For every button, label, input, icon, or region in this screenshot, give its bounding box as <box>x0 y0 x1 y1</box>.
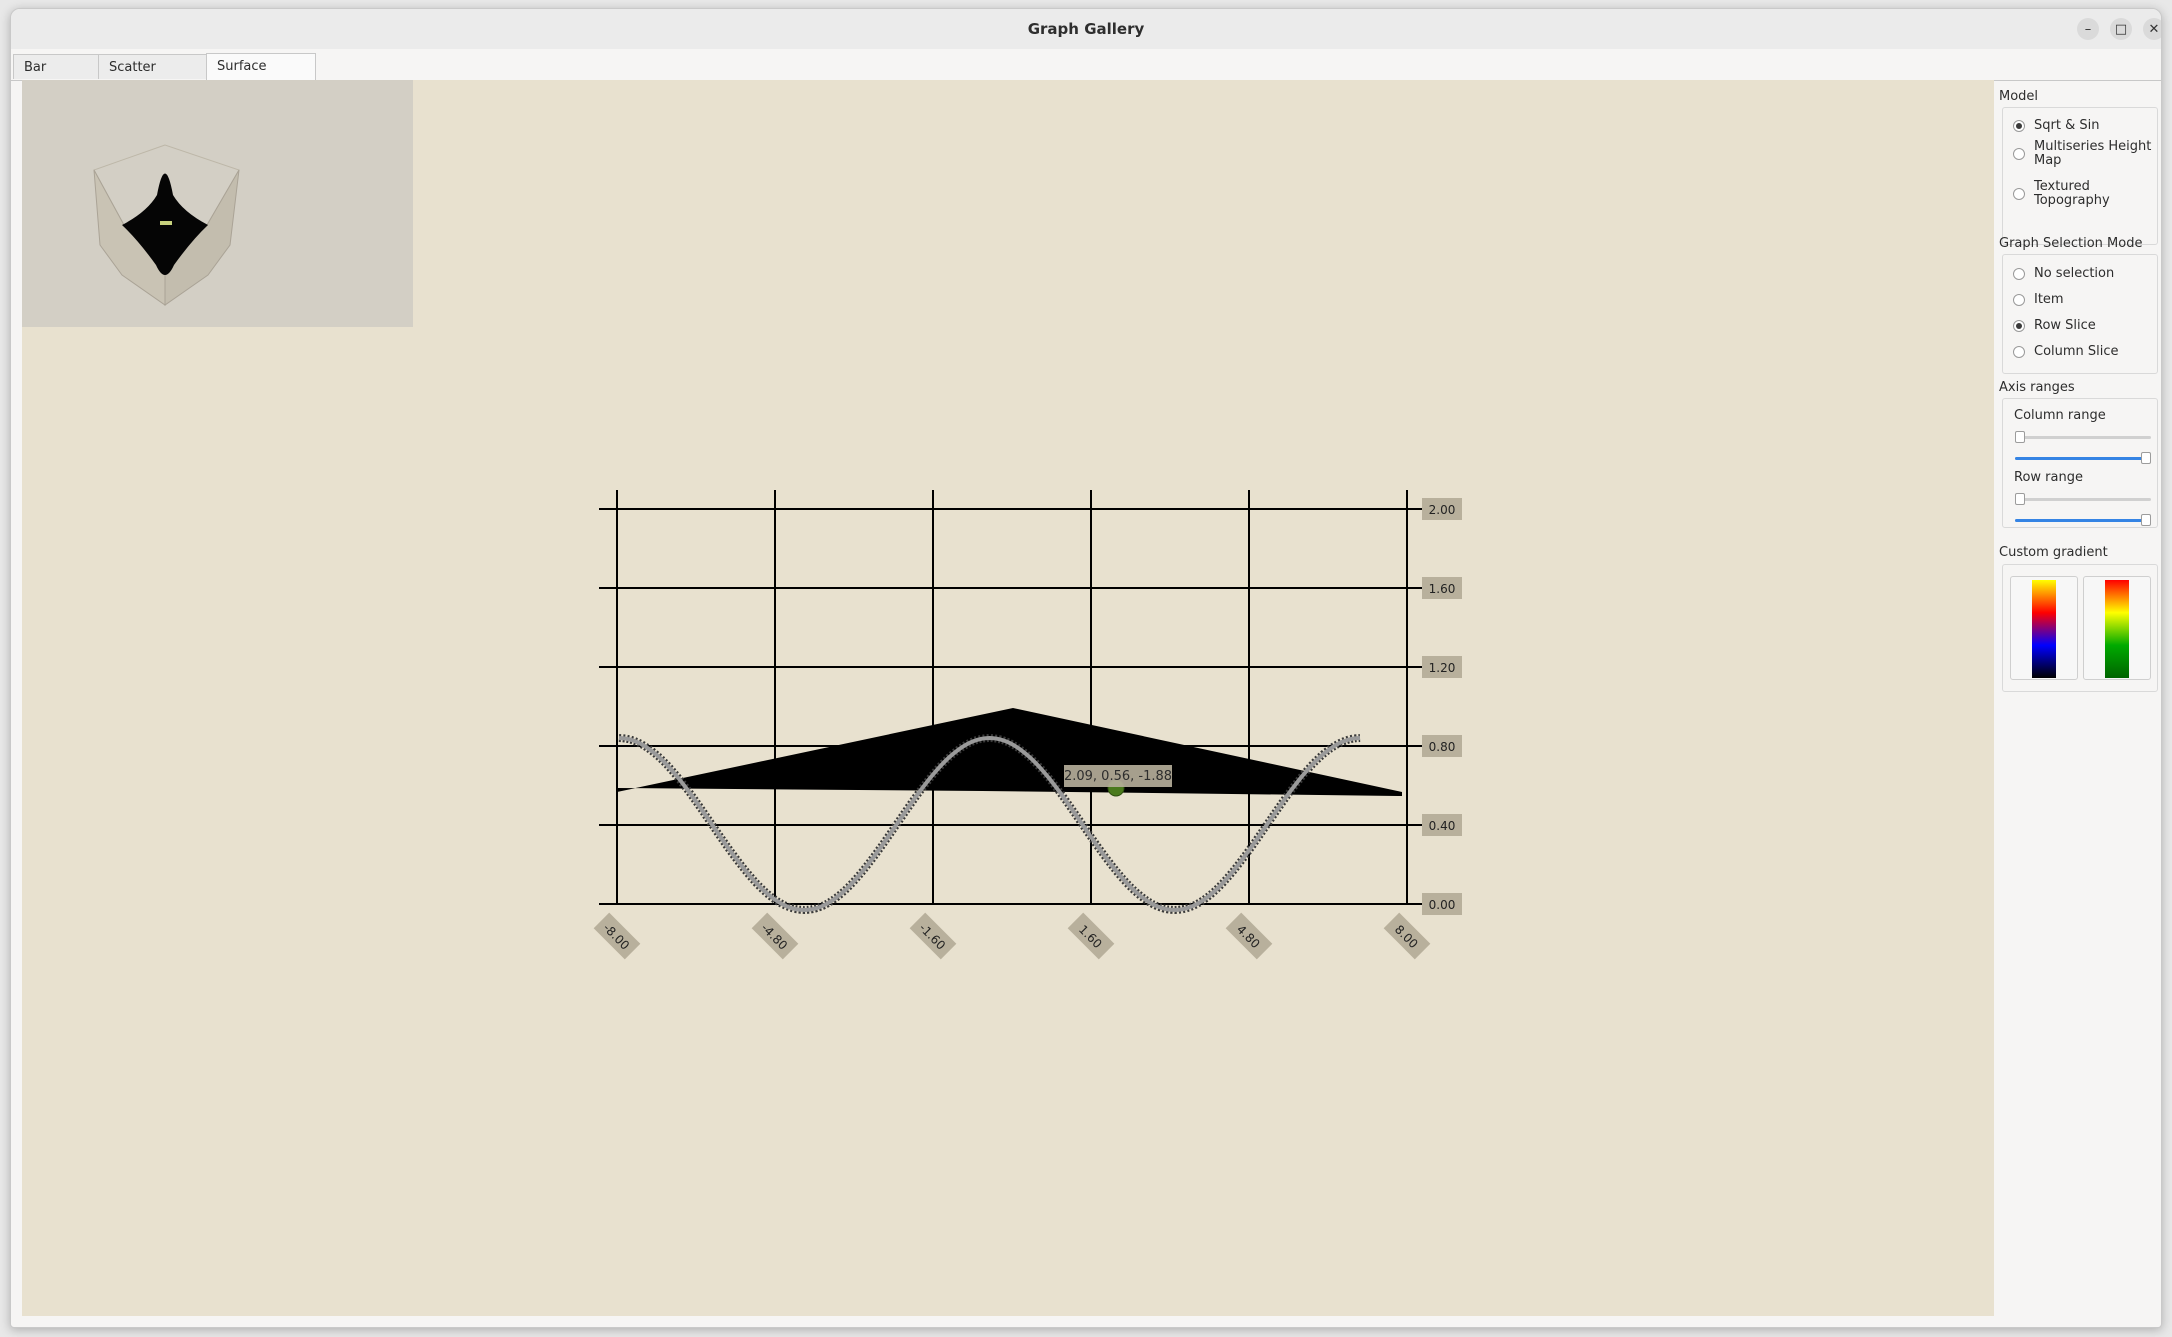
x-axis-labels: -8.00 -4.80 -1.60 1.60 4.80 8.00 <box>593 912 1431 960</box>
column-range-min-slider[interactable] <box>2015 431 2151 443</box>
settings-panel: Model Sqrt & Sin Multiseries Height Map … <box>1999 80 2161 1316</box>
close-icon[interactable]: ✕ <box>2143 18 2161 40</box>
title-bar[interactable]: Graph Gallery – □ ✕ <box>11 9 2161 50</box>
surface-slice-fill <box>617 708 1402 796</box>
y-tick-label: 1.60 <box>1429 582 1456 596</box>
selection-mode-group-title: Graph Selection Mode <box>1999 236 2143 251</box>
minimize-icon[interactable]: – <box>2077 18 2099 40</box>
axis-ranges-group: Column range Row range <box>2002 398 2158 528</box>
maximize-icon[interactable]: □ <box>2110 18 2132 40</box>
radio-no-selection[interactable] <box>2013 268 2025 280</box>
radio-sqrt-sin[interactable] <box>2013 120 2025 132</box>
y-axis-labels: 0.00 0.40 0.80 1.20 1.60 2.00 <box>1422 498 1462 915</box>
row-range-max-slider[interactable] <box>2015 514 2151 526</box>
column-range-label: Column range <box>2014 408 2106 423</box>
model-group-title: Model <box>1999 89 2039 104</box>
custom-gradient-group <box>2002 564 2158 692</box>
selection-tooltip-text: 2.09, 0.56, -1.88 <box>1064 769 1172 784</box>
column-range-max-handle[interactable] <box>2141 452 2151 464</box>
app-window: Graph Gallery – □ ✕ Bar Graph Scatter Gr… <box>10 8 2162 1328</box>
x-tick-label-group: -4.80 <box>751 912 799 960</box>
window-title: Graph Gallery <box>1027 20 1145 38</box>
radio-column-slice[interactable] <box>2013 346 2025 358</box>
tab-bar: Bar Graph Scatter Graph Surface Graph <box>11 49 2161 100</box>
radio-textured-topography-label[interactable]: Textured Topography <box>2034 180 2154 208</box>
gradient-2-swatch <box>2105 580 2129 678</box>
radio-multiseries-height-map-label[interactable]: Multiseries Height Map <box>2034 140 2154 168</box>
column-range-max-slider[interactable] <box>2015 452 2151 464</box>
graph-plot-svg: 0.00 0.40 0.80 1.20 1.60 2.00 -8.00 -4.80 -1.60… <box>593 490 1462 960</box>
custom-gradient-group-title: Custom gradient <box>1999 545 2108 560</box>
axis-ranges-group-title: Axis ranges <box>1999 380 2075 395</box>
row-range-min-slider[interactable] <box>2015 493 2151 505</box>
radio-row-slice-label[interactable]: Row Slice <box>2034 319 2154 333</box>
model-group: Sqrt & Sin Multiseries Height Map Textur… <box>2002 107 2158 245</box>
gradient-2-button[interactable] <box>2083 576 2151 680</box>
radio-row-slice[interactable] <box>2013 320 2025 332</box>
radio-sqrt-sin-label[interactable]: Sqrt & Sin <box>2034 119 2154 133</box>
y-tick-label: 0.80 <box>1429 740 1456 754</box>
radio-multiseries-height-map[interactable] <box>2013 148 2025 160</box>
gradient-1-button[interactable] <box>2010 576 2078 680</box>
y-tick-label: 0.40 <box>1429 819 1456 833</box>
radio-textured-topography[interactable] <box>2013 188 2025 200</box>
tab-bar-graph[interactable]: Bar Graph <box>13 54 99 100</box>
selection-mode-group: No selection Item Row Slice Column Slice <box>2002 254 2158 374</box>
x-tick-label-group: 8.00 <box>1383 912 1431 960</box>
row-range-label: Row range <box>2014 470 2083 485</box>
x-tick-label-group: 4.80 <box>1225 912 1273 960</box>
tab-scatter-graph[interactable]: Scatter Graph <box>98 54 207 100</box>
x-tick-label-group: -8.00 <box>593 912 641 960</box>
tab-surface-graph[interactable]: Surface Graph <box>206 53 316 99</box>
surface-graph-view[interactable]: 0.00 0.40 0.80 1.20 1.60 2.00 -8.00 -4.80 -1.60… <box>22 80 1994 1316</box>
radio-item[interactable] <box>2013 294 2025 306</box>
y-tick-label: 2.00 <box>1429 503 1456 517</box>
row-range-max-handle[interactable] <box>2141 514 2151 526</box>
column-range-min-handle[interactable] <box>2015 431 2025 443</box>
y-tick-label: 0.00 <box>1429 898 1456 912</box>
x-tick-label-group: -1.60 <box>909 912 957 960</box>
radio-no-selection-label[interactable]: No selection <box>2034 267 2154 281</box>
y-tick-label: 1.20 <box>1429 661 1456 675</box>
gradient-1-swatch <box>2032 580 2056 678</box>
row-range-min-handle[interactable] <box>2015 493 2025 505</box>
selection-tooltip: 2.09, 0.56, -1.88 <box>1064 765 1172 787</box>
x-tick-label-group: 1.60 <box>1067 912 1115 960</box>
radio-item-label[interactable]: Item <box>2034 293 2154 307</box>
radio-column-slice-label[interactable]: Column Slice <box>2034 345 2154 359</box>
